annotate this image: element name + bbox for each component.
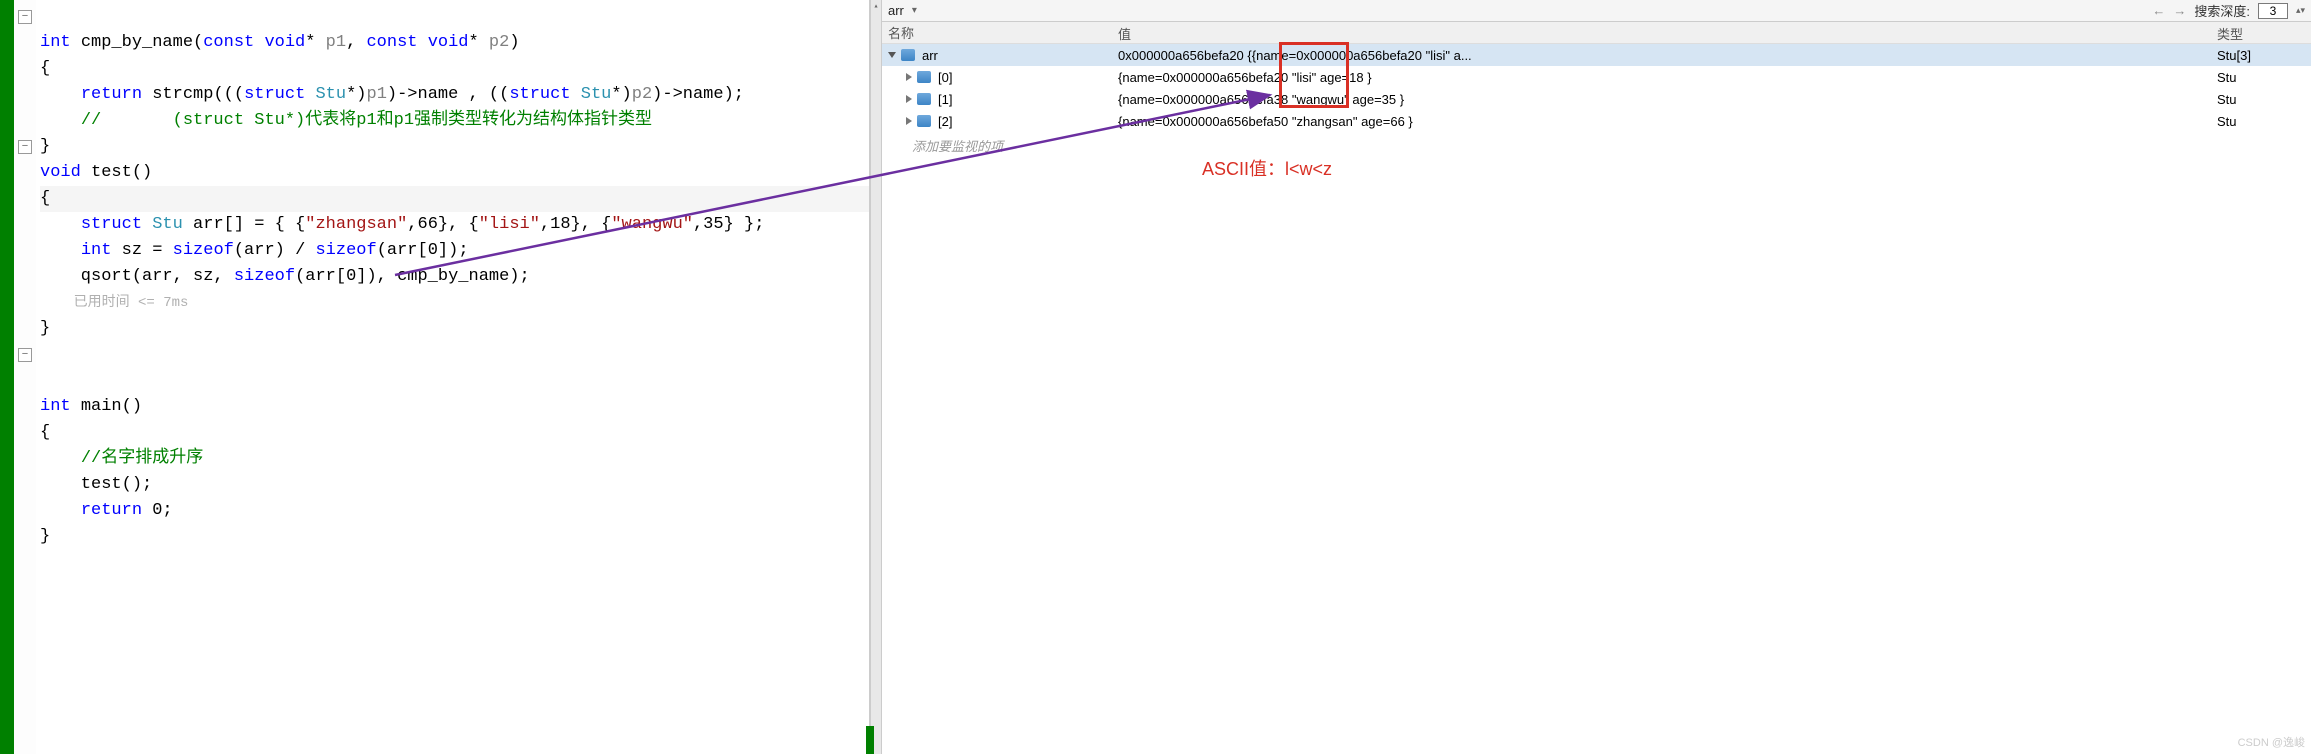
gutter[interactable]: − − − bbox=[14, 0, 36, 754]
search-depth-label: 搜索深度: bbox=[2194, 1, 2250, 20]
watch-row-name: arr bbox=[922, 48, 938, 63]
fold-toggle-main[interactable]: − bbox=[18, 348, 32, 362]
dropdown-icon[interactable]: ▾ bbox=[912, 5, 917, 16]
watch-pane: arr ▾ ← → 搜索深度: ▴▾ 名称 值 类型 arr 0x000000a… bbox=[882, 0, 2311, 754]
watch-row-name: [2] bbox=[938, 114, 952, 129]
nav-back-icon[interactable]: ← bbox=[2152, 3, 2165, 18]
watch-row-name: [1] bbox=[938, 92, 952, 107]
watch-row-name: [0] bbox=[938, 70, 952, 85]
fold-toggle-test[interactable]: − bbox=[18, 140, 32, 154]
spinner-icon[interactable]: ▴▾ bbox=[2296, 5, 2305, 16]
watch-toolbar: arr ▾ ← → 搜索深度: ▴▾ bbox=[882, 0, 2311, 22]
watch-row-arr[interactable]: arr 0x000000a656befa20 {{name=0x000000a6… bbox=[882, 44, 2311, 66]
code-editor-pane: − − − int cmp_by_name(const void* p1, co… bbox=[0, 0, 870, 754]
column-value-header[interactable]: 值 bbox=[1112, 22, 2211, 43]
watch-row-item[interactable]: [2] {name=0x000000a656befa50 "zhangsan" … bbox=[882, 110, 2311, 132]
watch-expression[interactable]: arr bbox=[888, 3, 904, 18]
watch-row-type: Stu[3] bbox=[2211, 46, 2311, 65]
struct-icon bbox=[917, 93, 931, 105]
watch-row-value: 0x000000a656befa20 {{name=0x000000a656be… bbox=[1112, 46, 2211, 65]
scroll-up-icon[interactable]: ▴ bbox=[871, 2, 881, 12]
watch-row-type: Stu bbox=[2211, 90, 2311, 109]
fold-toggle-cmp[interactable]: − bbox=[18, 10, 32, 24]
search-depth-input[interactable] bbox=[2258, 3, 2288, 19]
expand-toggle-icon[interactable] bbox=[906, 95, 912, 103]
add-watch-hint[interactable]: 添加要监视的项 bbox=[882, 132, 2311, 159]
watch-row-value: {name=0x000000a656befa50 "zhangsan" age=… bbox=[1112, 112, 2211, 131]
expand-toggle-icon[interactable] bbox=[906, 73, 912, 81]
splitter-grip[interactable] bbox=[866, 726, 874, 754]
pane-splitter[interactable]: ▴ bbox=[870, 0, 882, 754]
watch-body: arr 0x000000a656befa20 {{name=0x000000a6… bbox=[882, 44, 2311, 754]
watch-row-value: {name=0x000000a656befa38 "wangwu" age=35… bbox=[1112, 90, 2211, 109]
expand-toggle-icon[interactable] bbox=[888, 52, 896, 58]
column-type-header[interactable]: 类型 bbox=[2211, 22, 2311, 43]
watch-row-value: {name=0x000000a656befa20 "lisi" age=18 } bbox=[1112, 68, 2211, 87]
struct-icon bbox=[901, 49, 915, 61]
column-name-header[interactable]: 名称 bbox=[882, 22, 1112, 43]
watch-row-type: Stu bbox=[2211, 68, 2311, 87]
watch-row-item[interactable]: [1] {name=0x000000a656befa38 "wangwu" ag… bbox=[882, 88, 2311, 110]
watermark: CSDN @逸峻 bbox=[2238, 734, 2305, 750]
watch-row-item[interactable]: [0] {name=0x000000a656befa20 "lisi" age=… bbox=[882, 66, 2311, 88]
annotation-ascii: ASCII值：l<w<z bbox=[1202, 155, 1332, 181]
expand-toggle-icon[interactable] bbox=[906, 117, 912, 125]
struct-icon bbox=[917, 115, 931, 127]
watch-row-type: Stu bbox=[2211, 112, 2311, 131]
struct-icon bbox=[917, 71, 931, 83]
change-margin bbox=[0, 0, 14, 754]
code-area[interactable]: int cmp_by_name(const void* p1, const vo… bbox=[36, 0, 869, 754]
watch-header: 名称 值 类型 bbox=[882, 22, 2311, 44]
nav-forward-icon[interactable]: → bbox=[2173, 3, 2186, 18]
